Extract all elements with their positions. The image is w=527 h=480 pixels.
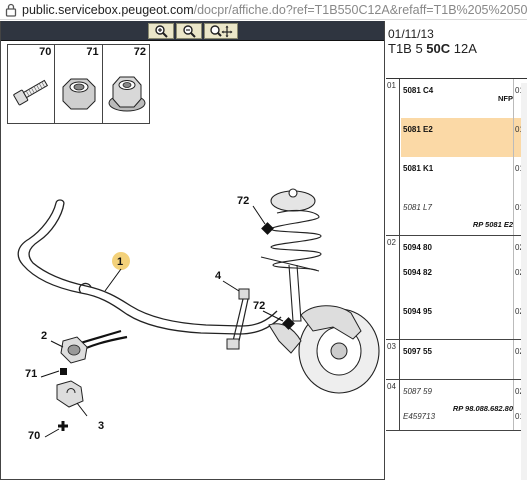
exploded-diagram: 1 2 3 4 70 71 72 72 bbox=[17, 188, 380, 442]
callout-72-upper[interactable]: 72 bbox=[237, 195, 249, 207]
drop-link[interactable] bbox=[226, 288, 250, 350]
callout-2[interactable]: 2 bbox=[41, 330, 47, 342]
zoom-out-icon bbox=[182, 24, 196, 38]
part-row[interactable]: 5081 C4 01 NFP bbox=[401, 79, 527, 118]
part-row[interactable]: E459713 01 bbox=[401, 405, 527, 430]
column-divider bbox=[513, 79, 514, 118]
diagram-toolbar bbox=[1, 21, 384, 41]
callout-1[interactable]: 1 bbox=[117, 256, 123, 268]
column-divider bbox=[513, 118, 514, 157]
callout-70[interactable]: 70 bbox=[28, 430, 40, 442]
column-divider bbox=[513, 340, 514, 379]
zoom-in-button[interactable] bbox=[147, 22, 174, 39]
zoom-out-button[interactable] bbox=[175, 22, 202, 39]
part-row[interactable]: 5081 L7 01 RP 5081 E2 bbox=[401, 196, 527, 235]
marker-70 bbox=[58, 421, 68, 431]
part-note: NFP bbox=[498, 94, 513, 103]
callout-72-lower[interactable]: 72 bbox=[253, 300, 265, 312]
column-divider bbox=[513, 261, 514, 300]
vehicle-header: 01/11/13 T1B 5 50C 12A bbox=[386, 21, 527, 79]
part-row[interactable]: 5094 82 02 bbox=[401, 261, 527, 300]
catalog-date: 01/11/13 bbox=[388, 27, 434, 41]
strut-assembly[interactable] bbox=[260, 188, 322, 322]
zoom-move-icon bbox=[209, 24, 232, 37]
part-row[interactable]: 5087 59 02 RP 98.088.682.80 bbox=[401, 380, 527, 413]
brake-disc[interactable] bbox=[268, 305, 380, 394]
vehicle-code: T1B 5 50C 12A bbox=[388, 41, 477, 56]
lock-icon bbox=[4, 3, 18, 17]
part-reference[interactable]: 5081 C4 bbox=[403, 86, 433, 95]
address-bar[interactable]: public.servicebox.peugeot.com/docpr/affi… bbox=[0, 0, 527, 20]
url-host: public.servicebox.peugeot.com bbox=[22, 2, 194, 17]
part-row[interactable]: 5094 95 02 bbox=[401, 300, 527, 339]
anti-roll-bar[interactable] bbox=[17, 199, 282, 335]
section-number: 03 bbox=[386, 340, 400, 379]
scrollbar[interactable] bbox=[521, 83, 527, 480]
parts-section: 01 5081 C4 01 NFP 5081 E2 01 5081 K1 01 5081 L7 0… bbox=[386, 79, 527, 236]
part-reference[interactable]: 5081 L7 bbox=[403, 203, 432, 212]
part-reference[interactable]: 5094 82 bbox=[403, 268, 432, 277]
part-reference[interactable]: 5087 59 bbox=[403, 387, 432, 396]
callout-4[interactable]: 4 bbox=[215, 270, 222, 282]
section-number: 04 bbox=[386, 380, 400, 430]
part-reference[interactable]: 5081 K1 bbox=[403, 164, 433, 173]
marker-72-upper bbox=[261, 222, 274, 235]
column-divider bbox=[513, 157, 514, 196]
parts-section: 02 5094 80 02 5094 82 02 5094 95 02 bbox=[386, 236, 527, 340]
part-row[interactable]: 5081 E2 01 bbox=[401, 118, 527, 157]
column-divider bbox=[513, 300, 514, 339]
part-reference[interactable]: 5094 80 bbox=[403, 243, 432, 252]
part-reference[interactable]: E459713 bbox=[403, 412, 435, 421]
column-divider bbox=[513, 380, 514, 405]
part-row[interactable]: 5094 80 02 bbox=[401, 236, 527, 261]
part-reference[interactable]: 5081 E2 bbox=[403, 125, 433, 134]
parts-sections: 01 5081 C4 01 NFP 5081 E2 01 5081 K1 01 5081 L7 0… bbox=[386, 79, 527, 431]
part-reference[interactable]: 5097 55 bbox=[403, 347, 432, 356]
zoom-in-icon bbox=[154, 24, 168, 38]
column-divider bbox=[513, 405, 514, 430]
section-number: 02 bbox=[386, 236, 400, 339]
part-row[interactable]: 5097 55 02 bbox=[401, 340, 527, 379]
part-note: RP 5081 E2 bbox=[472, 220, 513, 229]
bushing[interactable] bbox=[60, 336, 88, 364]
parts-list-panel: 01/11/13 T1B 5 50C 12A 01 5081 C4 01 NFP 508… bbox=[386, 21, 527, 480]
clamp[interactable] bbox=[56, 380, 84, 408]
section-number: 01 bbox=[386, 79, 400, 235]
column-divider bbox=[513, 196, 514, 235]
parts-section: 03 5097 55 02 bbox=[386, 340, 527, 380]
zoom-move-button[interactable] bbox=[203, 22, 238, 39]
column-divider bbox=[513, 236, 514, 261]
callout-71[interactable]: 71 bbox=[25, 368, 37, 380]
parts-section: 04 5087 59 02 RP 98.088.682.80 E459713 01 bbox=[386, 380, 527, 431]
part-reference[interactable]: 5094 95 bbox=[403, 307, 432, 316]
diagram-panel: 70 71 72 1 2 3 4 70 71 72 72 bbox=[0, 21, 385, 480]
callout-3[interactable]: 3 bbox=[98, 420, 104, 432]
marker-71 bbox=[60, 368, 67, 375]
part-row[interactable]: 5081 K1 01 bbox=[401, 157, 527, 196]
url-path: /docpr/affiche.do?ref=T1B550C12A&refaff=… bbox=[193, 2, 527, 17]
